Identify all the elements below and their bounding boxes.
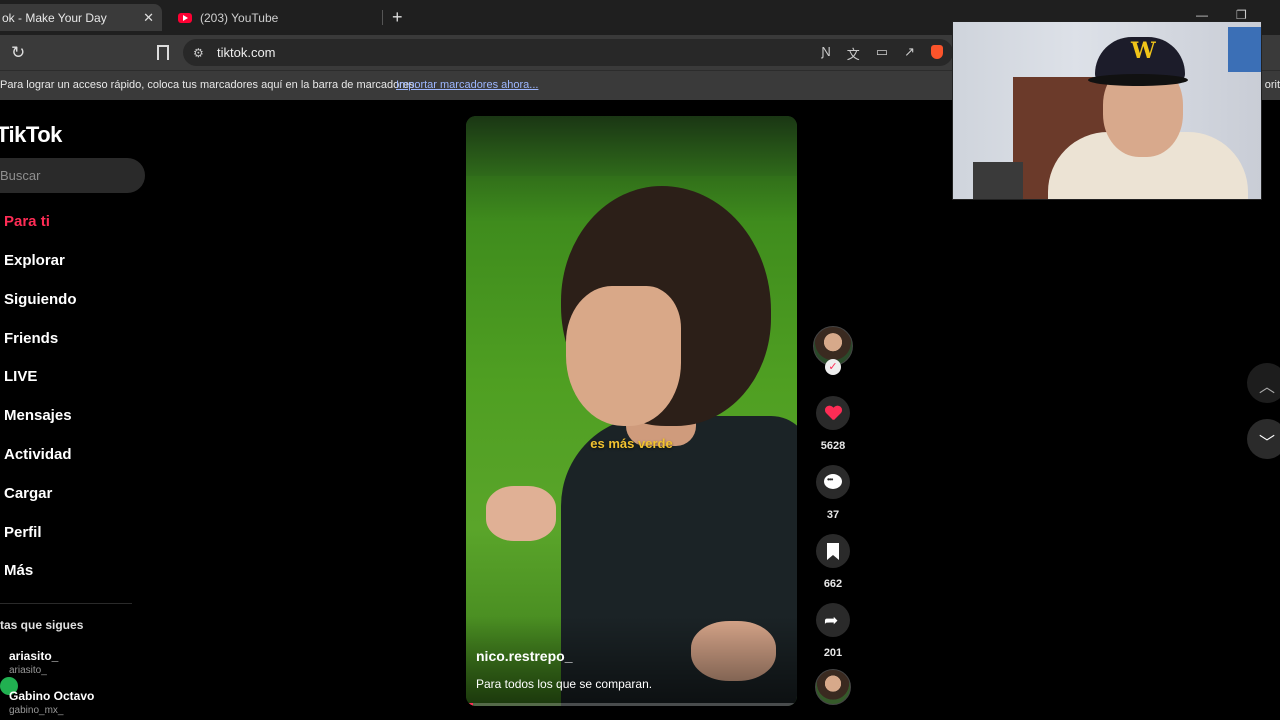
search-placeholder: Buscar xyxy=(0,168,41,183)
following-account-handle: ariasito_ xyxy=(9,665,47,676)
brave-icon[interactable] xyxy=(931,45,943,59)
import-bookmarks-link[interactable]: Importar marcadores ahora... xyxy=(396,79,538,91)
bookmarks-other[interactable]: orit xyxy=(1265,79,1280,91)
url-text[interactable]: tiktok.com xyxy=(217,45,276,60)
tab-youtube[interactable]: (203) YouTube xyxy=(170,4,382,31)
nav-profile[interactable]: Perfil xyxy=(4,524,42,541)
webcam-overlay: W xyxy=(952,21,1262,200)
video-background-hedge xyxy=(466,116,797,176)
nav-activity[interactable]: Actividad xyxy=(4,446,72,463)
share-count: 201 xyxy=(823,647,843,659)
youtube-icon xyxy=(178,12,192,23)
video-progress-bar[interactable] xyxy=(466,703,797,706)
video-subject-hand xyxy=(486,486,556,541)
like-button[interactable] xyxy=(816,396,850,430)
share-button[interactable]: ➦ xyxy=(816,603,850,637)
video-player[interactable]: es más verde nico.restrepo_ Para todos l… xyxy=(466,116,797,706)
nav-upload[interactable]: Cargar xyxy=(4,485,52,502)
sound-avatar[interactable] xyxy=(815,669,851,705)
tab-separator xyxy=(382,10,383,25)
translate-icon[interactable]: 文 xyxy=(847,44,860,63)
following-account-name[interactable]: Gabino Octavo xyxy=(9,689,94,703)
cap-logo-icon: W xyxy=(1131,38,1156,64)
site-settings-icon[interactable]: ⚙ xyxy=(193,46,204,60)
nav-friends[interactable]: Friends xyxy=(4,330,58,347)
save-count: 662 xyxy=(823,578,843,590)
share-icon: ➦ xyxy=(824,611,839,630)
restore-icon[interactable]: ❐ xyxy=(1236,8,1247,22)
following-account-name[interactable]: ariasito_ xyxy=(9,649,58,663)
nav-messages[interactable]: Mensajes xyxy=(4,407,72,424)
close-icon[interactable]: ✕ xyxy=(143,10,154,26)
webcam-background-poster xyxy=(1228,27,1261,72)
search-input[interactable]: Buscar xyxy=(0,158,145,193)
tab-tiktok[interactable]: ok - Make Your Day ✕ xyxy=(0,4,162,31)
sidebar-divider xyxy=(0,603,132,604)
reload-icon[interactable]: ↻ xyxy=(11,43,25,63)
nav-for-you[interactable]: Para ti xyxy=(4,213,50,230)
save-button[interactable] xyxy=(816,534,850,568)
new-tab-icon[interactable]: + xyxy=(392,7,403,28)
no-tracking-icon[interactable]: Ɲ xyxy=(821,44,830,63)
tiktok-logo[interactable]: TikTok xyxy=(0,122,62,148)
comment-count: 37 xyxy=(826,509,840,521)
chevron-up-icon[interactable]: ︿ xyxy=(1247,363,1280,403)
following-accounts-header: tas que sigues xyxy=(0,618,84,632)
video-author[interactable]: nico.restrepo_ xyxy=(476,648,572,664)
minimize-icon[interactable]: — xyxy=(1196,8,1208,22)
nav-following[interactable]: Siguiendo xyxy=(4,291,77,308)
like-count: 5628 xyxy=(820,440,846,452)
video-description: Para todos los que se comparan. xyxy=(476,677,653,691)
address-bar[interactable]: ⚙ tiktok.com Ɲ 文 ▭ ↗ xyxy=(183,39,953,66)
comment-icon xyxy=(824,474,842,489)
save-icon xyxy=(827,543,839,560)
tab-title: (203) YouTube xyxy=(200,10,279,25)
cast-icon[interactable]: ▭ xyxy=(876,44,888,63)
following-check-icon[interactable]: ✓ xyxy=(825,359,841,375)
webcam-background-shelf xyxy=(973,162,1023,199)
share-page-icon[interactable]: ↗ xyxy=(904,44,915,63)
video-subject-face xyxy=(566,286,681,426)
tab-title: ok - Make Your Day xyxy=(2,10,107,25)
heart-icon xyxy=(825,406,841,420)
webcam-cap-brim xyxy=(1088,74,1188,86)
nav-explore[interactable]: Explorar xyxy=(4,252,65,269)
bookmarks-hint: Para lograr un acceso rápido, coloca tus… xyxy=(0,79,418,91)
nav-live[interactable]: LIVE xyxy=(4,368,37,385)
video-caption-overlay: es más verde xyxy=(590,436,673,451)
comment-button[interactable] xyxy=(816,465,850,499)
chevron-down-icon[interactable]: ﹀ xyxy=(1247,419,1280,459)
following-account-handle: gabino_mx_ xyxy=(9,705,64,716)
bookmark-icon[interactable] xyxy=(157,45,169,60)
video-progress-fill xyxy=(466,703,473,706)
address-bar-actions: Ɲ 文 ▭ ↗ xyxy=(821,44,943,63)
nav-more[interactable]: Más xyxy=(4,562,33,579)
